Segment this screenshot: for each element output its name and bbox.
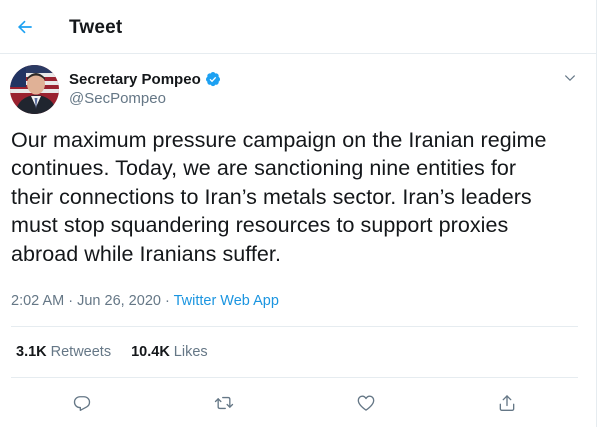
retweets-count: 3.1K — [16, 344, 47, 360]
tweet-text-line: must stop squandering resources to suppo… — [11, 213, 509, 238]
tweet-time[interactable]: 2:02 AM — [11, 293, 64, 309]
tweet-page: Tweet Secretary Pompeo @SecPompeo Our ma… — [0, 0, 597, 427]
display-name[interactable]: Secretary Pompeo — [69, 71, 201, 88]
retweet-button[interactable] — [211, 390, 237, 416]
meta-separator: · — [160, 293, 174, 309]
tweet-text-line: abroad while Iranians suffer. — [11, 241, 281, 266]
like-button[interactable] — [353, 390, 379, 416]
handle[interactable]: @SecPompeo — [69, 90, 221, 107]
author-row: Secretary Pompeo @SecPompeo — [0, 54, 596, 124]
tweet-date[interactable]: Jun 26, 2020 — [77, 293, 161, 309]
tweet-text-line: their connections to Iran’s metals secto… — [11, 184, 532, 209]
tweet-meta: 2:02 AM · Jun 26, 2020 · Twitter Web App — [11, 293, 279, 309]
tweet-text: Our maximum pressure campaign on the Ira… — [11, 126, 589, 268]
more-options-button[interactable] — [558, 66, 582, 90]
share-button[interactable] — [494, 390, 520, 416]
page-title: Tweet — [69, 17, 123, 38]
divider — [11, 326, 578, 327]
tweet-source-link[interactable]: Twitter Web App — [174, 293, 279, 309]
author-names: Secretary Pompeo @SecPompeo — [69, 69, 221, 107]
divider — [11, 377, 578, 378]
reply-icon — [73, 396, 91, 411]
heart-icon — [357, 395, 375, 411]
arrow-left-icon — [17, 20, 32, 34]
tweet-text-line: Our maximum pressure campaign on the Ira… — [11, 128, 547, 152]
meta-separator: · — [64, 293, 78, 309]
share-icon — [499, 395, 515, 411]
retweet-icon — [214, 396, 234, 410]
likes-stat[interactable]: 10.4K Likes — [131, 344, 208, 360]
tweet-text-line: continues. Today, we are sanctioning nin… — [11, 156, 517, 181]
retweets-label: Retweets — [50, 344, 112, 360]
retweets-stat[interactable]: 3.1K Retweets — [16, 344, 111, 360]
verified-badge-icon — [205, 71, 221, 87]
likes-label: Likes — [173, 344, 208, 360]
avatar[interactable] — [10, 65, 59, 114]
tweet-actions — [0, 386, 596, 420]
likes-count: 10.4K — [131, 344, 170, 360]
tweet-stats: 3.1K Retweets 10.4K Likes — [16, 344, 208, 360]
reply-button[interactable] — [69, 390, 95, 416]
back-button[interactable] — [8, 10, 42, 44]
avatar-image — [10, 65, 59, 114]
chevron-down-icon — [564, 75, 576, 82]
tweet-header: Tweet — [0, 0, 596, 54]
